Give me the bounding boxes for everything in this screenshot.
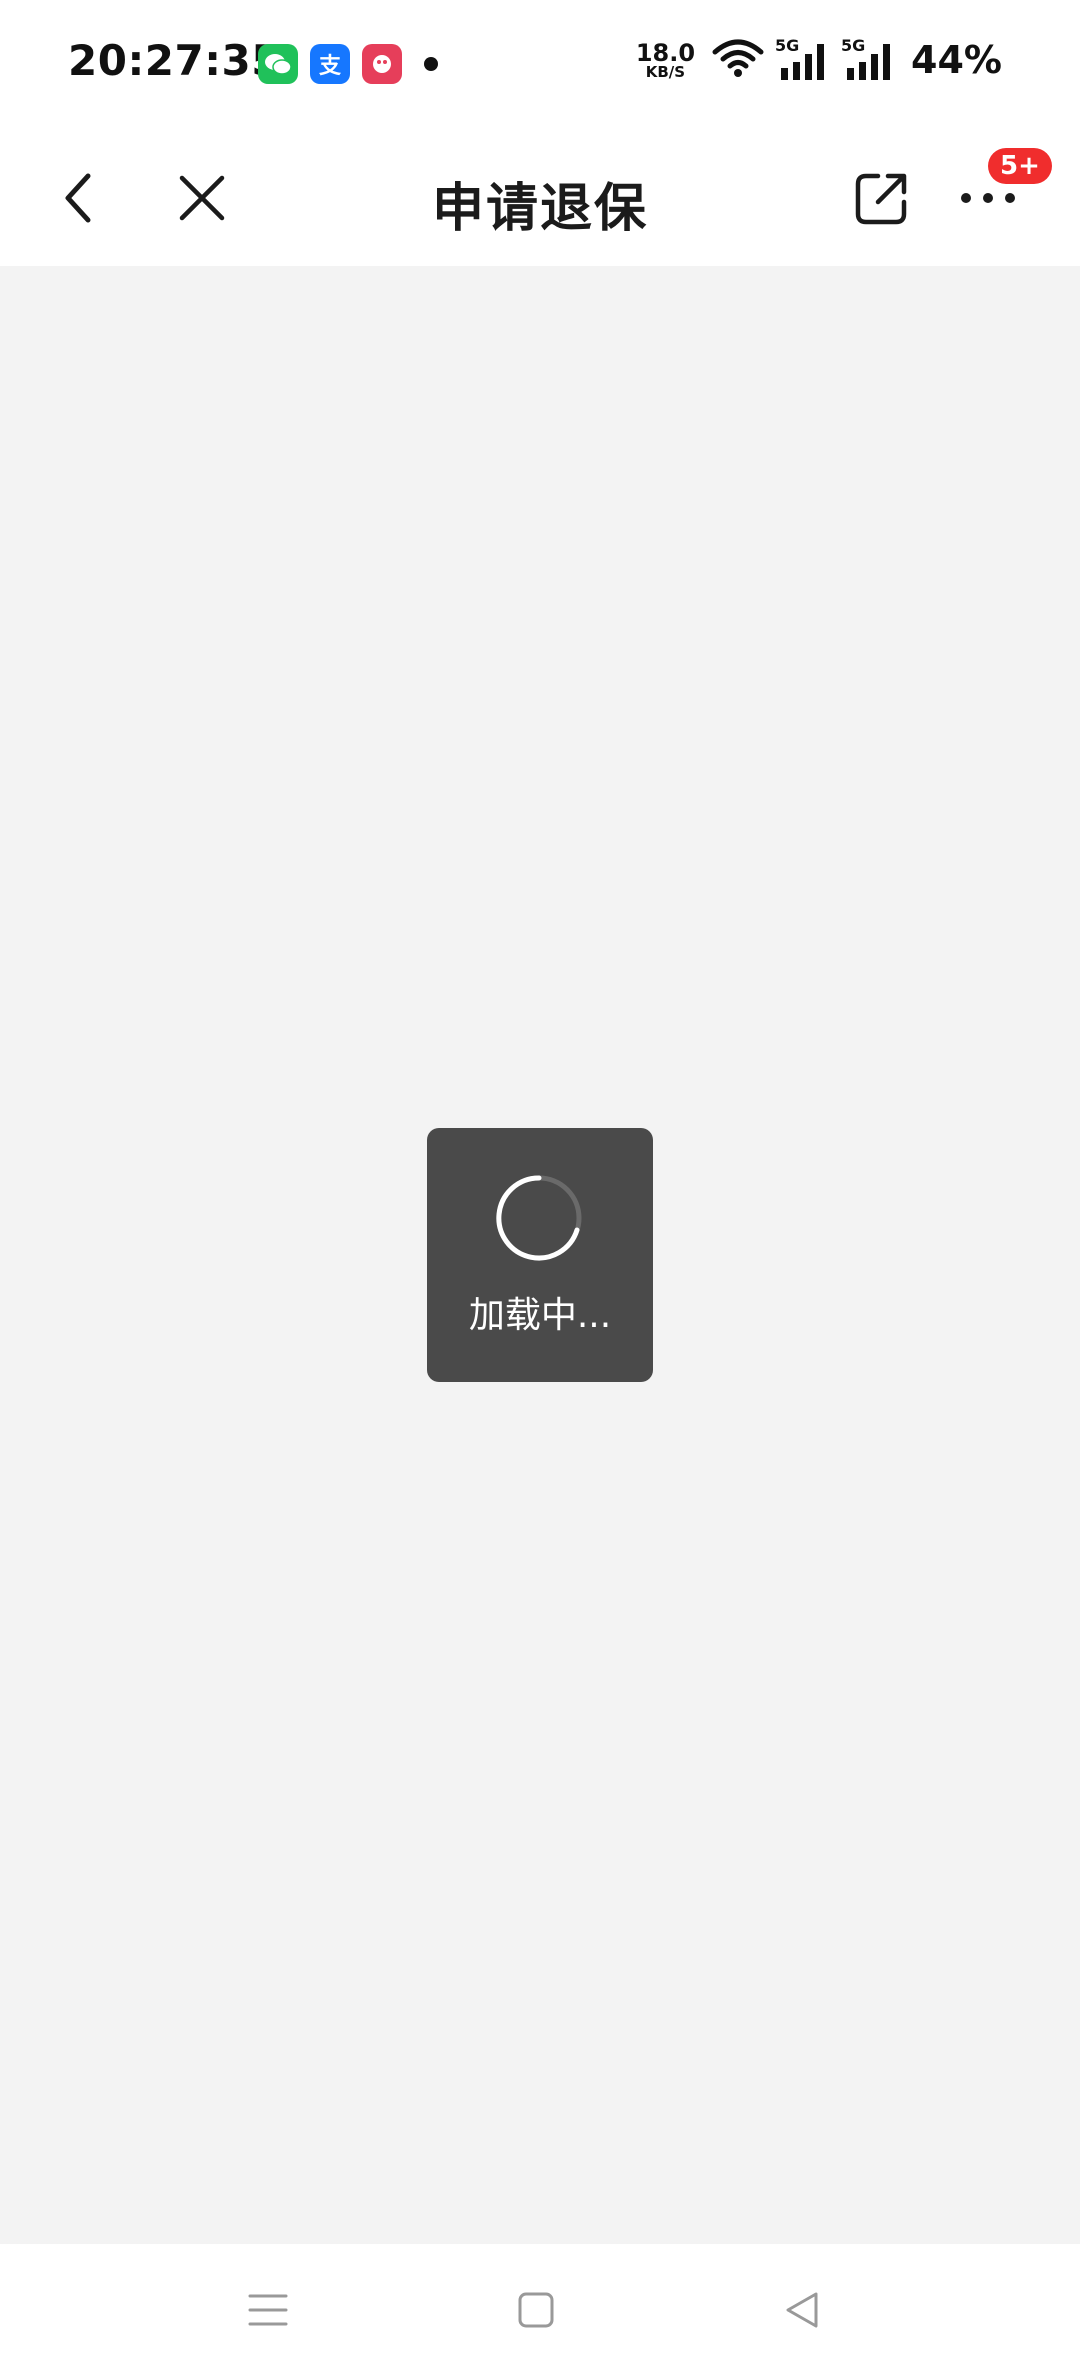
menu-icon: [248, 2294, 288, 2326]
notification-icons: 支: [258, 44, 438, 84]
loading-toast: 加载中...: [427, 1128, 653, 1382]
battery-level: 44%: [911, 38, 1002, 82]
share-icon: [855, 173, 907, 225]
shopping-app-icon: [362, 44, 402, 84]
alipay-icon: 支: [310, 44, 350, 84]
home-square-icon: [518, 2292, 554, 2328]
network-speed: 18.0 KB/S: [636, 41, 695, 80]
loading-spinner-icon: [496, 1175, 582, 1261]
back-triangle-icon: [786, 2292, 818, 2328]
status-bar: 20:27:35 支 18.0 KB/S 5G 5G 44%: [0, 0, 1080, 128]
wechat-icon: [258, 44, 298, 84]
more-notification-badge: 5+: [988, 148, 1052, 184]
signal-5g-icon-1: 5G: [775, 36, 831, 82]
status-time: 20:27:35: [68, 36, 281, 85]
system-navigation-bar: [0, 2244, 1080, 2376]
system-back-button[interactable]: [772, 2282, 832, 2338]
wifi-icon: [711, 38, 765, 82]
more-dots-icon: [961, 193, 1015, 203]
recent-apps-button[interactable]: [238, 2282, 298, 2338]
signal-5g-icon-2: 5G: [841, 36, 897, 82]
nav-bar: 申请退保: [0, 128, 1080, 266]
network-speed-unit: KB/S: [645, 62, 686, 81]
network-speed-value: 18.0: [635, 38, 696, 67]
system-status: 18.0 KB/S 5G 5G 44%: [636, 36, 1002, 82]
notification-dot-icon: [424, 57, 438, 71]
share-button[interactable]: [842, 158, 922, 238]
loading-text: 加载中...: [468, 1295, 612, 1336]
home-button[interactable]: [506, 2282, 566, 2338]
